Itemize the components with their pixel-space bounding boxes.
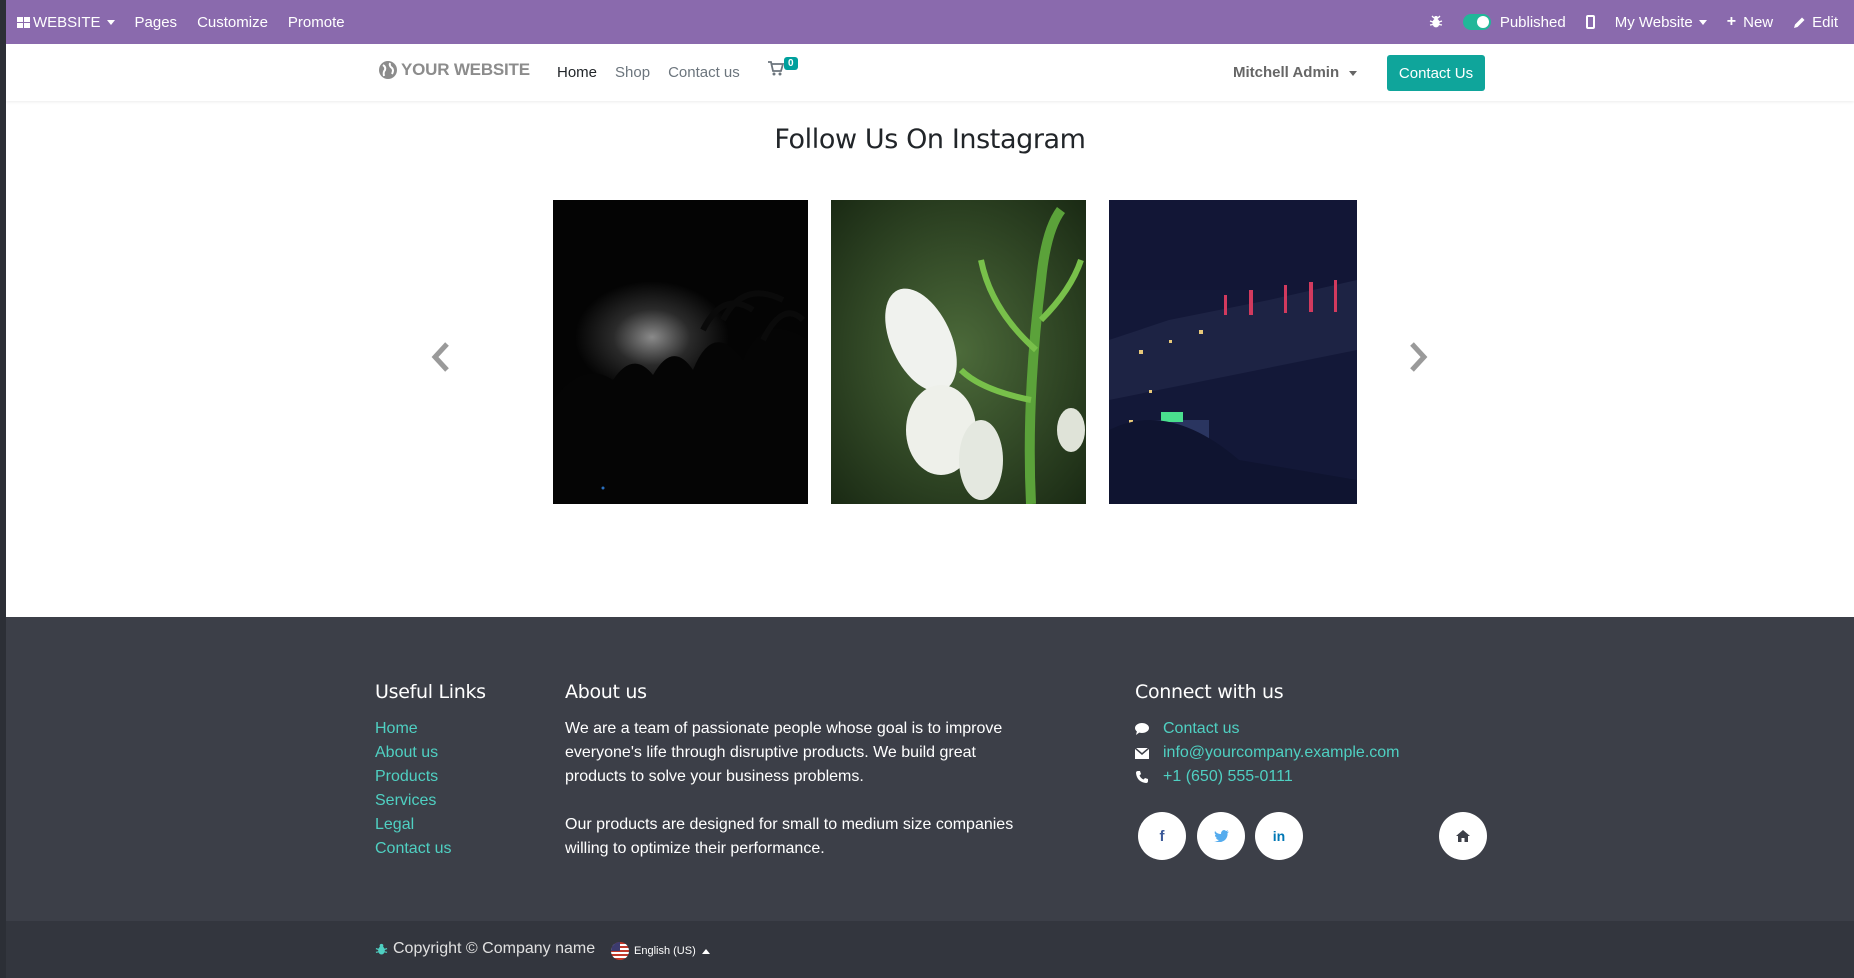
footer-useful-links: Useful Links Home About us Products Serv… xyxy=(375,681,486,861)
connect-heading: Connect with us xyxy=(1135,681,1284,703)
debug-button[interactable] xyxy=(1419,0,1453,44)
globe-icon xyxy=(379,61,397,79)
bug-icon xyxy=(375,943,388,955)
footer-connect: Connect with us Contact us info@yourcomp… xyxy=(1135,681,1400,789)
envelope-icon xyxy=(1135,747,1149,759)
useful-links-heading: Useful Links xyxy=(375,681,486,703)
published-label: Published xyxy=(1499,13,1566,31)
nav-shop[interactable]: Shop xyxy=(615,64,650,81)
language-label: English (US) xyxy=(634,945,696,957)
connect-phone-row: +1 (650) 555-0111 xyxy=(1135,765,1400,789)
chevron-up-icon xyxy=(701,948,710,954)
customize-menu[interactable]: Customize xyxy=(187,0,278,44)
linkedin-button[interactable]: in xyxy=(1255,812,1303,860)
cart-count-badge: 0 xyxy=(784,57,798,70)
footer-about: About us We are a team of passionate peo… xyxy=(565,681,1015,861)
user-menu[interactable]: Mitchell Admin xyxy=(1233,64,1358,81)
night-palm-trees-image xyxy=(553,200,808,504)
footer-link-services[interactable]: Services xyxy=(375,789,486,813)
instagram-title: Follow Us On Instagram xyxy=(774,124,1086,155)
user-name: Mitchell Admin xyxy=(1233,64,1340,81)
left-edge-strip xyxy=(0,0,6,978)
footer: Useful Links Home About us Products Serv… xyxy=(6,617,1854,921)
edit-button[interactable]: Edit xyxy=(1783,0,1848,44)
footer-link-legal[interactable]: Legal xyxy=(375,813,486,837)
shopping-cart-icon xyxy=(768,61,785,76)
connect-contact-row: Contact us xyxy=(1135,717,1400,741)
nav-home[interactable]: Home xyxy=(557,64,597,81)
connect-contact-link[interactable]: Contact us xyxy=(1163,717,1239,741)
home-icon xyxy=(1456,830,1470,842)
website-switcher[interactable]: My Website xyxy=(1605,0,1717,44)
chevron-down-icon xyxy=(106,19,115,25)
connect-email-link[interactable]: info@yourcompany.example.com xyxy=(1163,741,1400,765)
pages-menu[interactable]: Pages xyxy=(125,0,188,44)
connect-email-row: info@yourcompany.example.com xyxy=(1135,741,1400,765)
apps-menu-label: WEBSITE xyxy=(33,13,101,31)
admin-bar: WEBSITE Pages Customize Promote Publishe… xyxy=(0,0,1854,44)
about-paragraph-1: We are a team of passionate people whose… xyxy=(565,720,1003,785)
copyright-text: Copyright © Company name xyxy=(393,940,596,957)
home-button[interactable] xyxy=(1439,812,1487,860)
published-toggle[interactable]: Published xyxy=(1453,0,1576,44)
instagram-photo-night-palm-trees[interactable] xyxy=(553,200,808,504)
mobile-icon xyxy=(1585,15,1595,29)
new-button[interactable]: + New xyxy=(1717,0,1783,44)
admin-bar-left: WEBSITE Pages Customize Promote xyxy=(0,0,355,44)
logo-text: YOUR WEBSITE xyxy=(401,60,530,79)
language-selector[interactable]: English (US) xyxy=(611,942,710,960)
footer-link-about-us[interactable]: About us xyxy=(375,741,486,765)
footer-link-contact-us[interactable]: Contact us xyxy=(375,837,486,861)
instagram-photo-city-night-lights[interactable] xyxy=(1109,200,1357,504)
comment-icon xyxy=(1135,723,1149,735)
white-flower-image xyxy=(831,200,1086,504)
instagram-photo-white-flower[interactable] xyxy=(831,200,1086,504)
twitter-button[interactable] xyxy=(1197,812,1245,860)
chevron-down-icon xyxy=(1349,70,1358,76)
pencil-icon xyxy=(1794,17,1805,28)
edit-label: Edit xyxy=(1812,13,1838,31)
carousel-next-button[interactable] xyxy=(1407,340,1431,374)
copyright-bar: Copyright © Company name English (US) xyxy=(6,921,1854,978)
facebook-button[interactable]: f xyxy=(1138,812,1186,860)
footer-link-products[interactable]: Products xyxy=(375,765,486,789)
phone-icon xyxy=(1135,771,1149,783)
mobile-preview-button[interactable] xyxy=(1576,0,1605,44)
chevron-right-icon xyxy=(1410,342,1428,372)
bug-icon xyxy=(1429,15,1443,28)
contact-us-button[interactable]: Contact Us xyxy=(1387,55,1485,91)
chevron-down-icon xyxy=(1698,19,1707,25)
us-flag-icon xyxy=(611,942,629,960)
footer-link-home[interactable]: Home xyxy=(375,717,486,741)
nav-contact-us[interactable]: Contact us xyxy=(668,64,740,81)
chevron-left-icon xyxy=(431,342,449,372)
new-label: New xyxy=(1743,13,1774,31)
about-heading: About us xyxy=(565,681,647,703)
linkedin-icon: in xyxy=(1272,828,1286,844)
site-logo[interactable]: YOUR WEBSITE xyxy=(378,60,530,80)
city-night-lights-image xyxy=(1109,200,1357,504)
cart-button[interactable]: 0 xyxy=(768,57,798,81)
apps-grid-icon xyxy=(17,16,30,28)
published-switch[interactable] xyxy=(1462,14,1491,30)
carousel-prev-button[interactable] xyxy=(428,340,452,374)
apps-menu-button[interactable]: WEBSITE xyxy=(15,0,125,44)
website-switcher-label: My Website xyxy=(1614,13,1693,31)
site-header: YOUR WEBSITE Home Shop Contact us 0 Mitc… xyxy=(6,44,1854,101)
promote-menu[interactable]: Promote xyxy=(278,0,355,44)
twitter-icon xyxy=(1213,830,1229,842)
main-nav: Home Shop Contact us xyxy=(557,44,758,101)
plus-icon: + xyxy=(1726,13,1737,30)
connect-phone-link[interactable]: +1 (650) 555-0111 xyxy=(1163,765,1293,789)
copyright-notice: Copyright © Company name xyxy=(375,940,595,958)
facebook-icon: f xyxy=(1159,827,1165,845)
about-paragraph-2: Our products are designed for small to m… xyxy=(565,816,1014,857)
admin-bar-right: Published My Website + New Edit xyxy=(1419,0,1854,44)
